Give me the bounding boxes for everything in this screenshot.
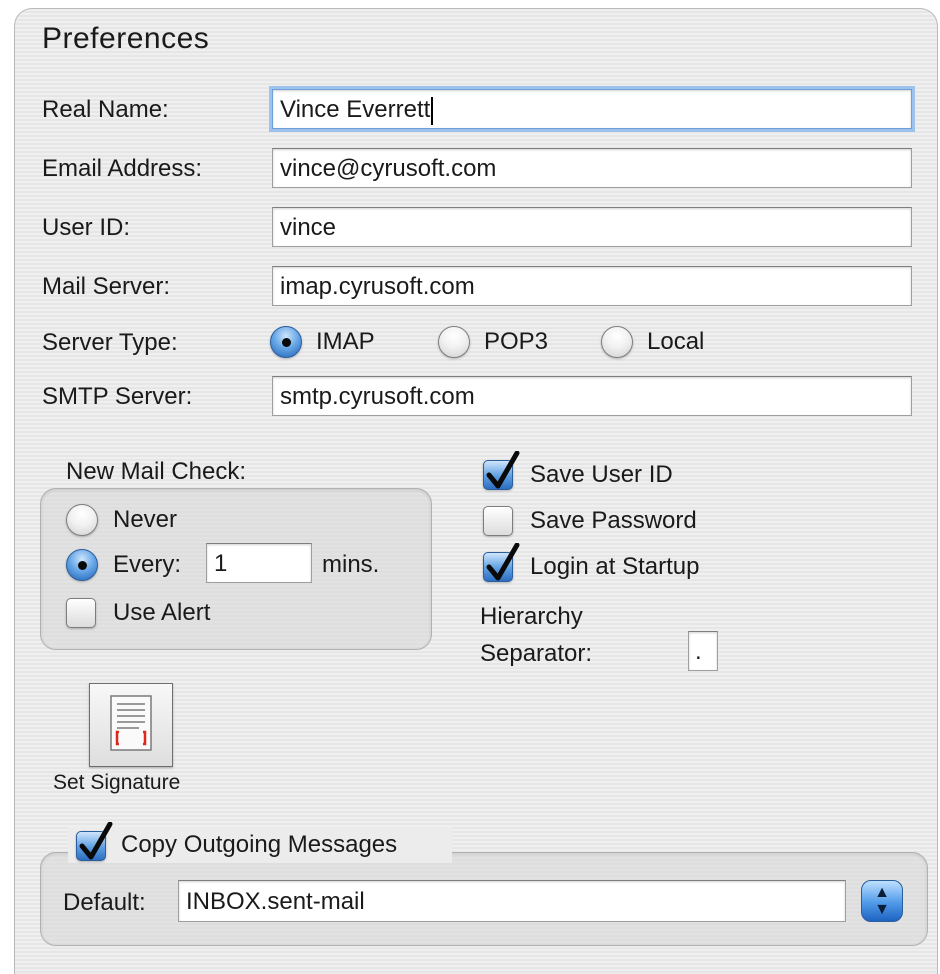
save-user-id-label[interactable]: Save User ID bbox=[530, 461, 673, 489]
checkmark-icon bbox=[79, 822, 113, 860]
save-user-id-checkbox[interactable] bbox=[483, 451, 520, 490]
server-type-label: Server Type: bbox=[42, 329, 178, 356]
every-minutes-field[interactable]: 1 bbox=[206, 543, 312, 583]
checkmark-icon bbox=[486, 543, 520, 581]
separator-label: Separator: bbox=[480, 640, 593, 667]
never-radio[interactable] bbox=[66, 504, 98, 536]
default-mailbox-popup-button[interactable]: ▲ ▼ bbox=[861, 880, 903, 922]
never-label[interactable]: Never bbox=[113, 506, 177, 534]
login-at-startup-label[interactable]: Login at Startup bbox=[530, 553, 699, 581]
mail-server-label: Mail Server: bbox=[42, 273, 171, 300]
every-radio[interactable] bbox=[66, 549, 98, 581]
new-mail-check-label: New Mail Check: bbox=[66, 458, 247, 485]
user-id-label: User ID: bbox=[42, 214, 131, 241]
login-at-startup-checkbox[interactable] bbox=[483, 543, 520, 582]
default-label: Default: bbox=[63, 889, 146, 916]
smtp-server-label: SMTP Server: bbox=[42, 383, 193, 410]
server-type-pop3-radio[interactable] bbox=[438, 326, 470, 358]
mail-server-field[interactable]: imap.cyrusoft.com bbox=[272, 266, 912, 306]
use-alert-label[interactable]: Use Alert bbox=[113, 599, 210, 627]
email-address-field[interactable]: vince@cyrusoft.com bbox=[272, 148, 912, 188]
mins-label: mins. bbox=[322, 551, 380, 578]
window-title: Preferences bbox=[42, 22, 210, 55]
server-type-local-label[interactable]: Local bbox=[647, 328, 704, 356]
real-name-value: Vince Everrett bbox=[280, 96, 431, 123]
real-name-label: Real Name: bbox=[42, 96, 169, 123]
default-mailbox-field[interactable]: INBOX.sent-mail bbox=[178, 880, 846, 922]
hierarchy-separator-field[interactable]: . bbox=[688, 631, 718, 671]
smtp-server-field[interactable]: smtp.cyrusoft.com bbox=[272, 376, 912, 416]
real-name-field[interactable]: Vince Everrett bbox=[272, 89, 912, 129]
server-type-imap-radio[interactable] bbox=[270, 326, 302, 358]
server-type-local-radio[interactable] bbox=[601, 326, 633, 358]
hierarchy-label: Hierarchy bbox=[480, 603, 583, 630]
copy-outgoing-checkbox[interactable] bbox=[76, 822, 113, 861]
use-alert-checkbox[interactable] bbox=[66, 598, 96, 628]
server-type-pop3-label[interactable]: POP3 bbox=[484, 328, 548, 356]
signature-document-icon bbox=[110, 695, 152, 751]
up-down-arrows-icon: ▲ ▼ bbox=[874, 884, 890, 918]
email-address-label: Email Address: bbox=[42, 155, 203, 182]
text-caret bbox=[431, 96, 434, 125]
every-label[interactable]: Every: bbox=[113, 551, 181, 579]
copy-outgoing-label[interactable]: Copy Outgoing Messages bbox=[121, 831, 397, 859]
checkmark-icon bbox=[486, 451, 520, 489]
set-signature-button[interactable] bbox=[89, 683, 173, 767]
save-password-label[interactable]: Save Password bbox=[530, 507, 697, 535]
save-password-checkbox[interactable] bbox=[483, 506, 513, 536]
server-type-imap-label[interactable]: IMAP bbox=[316, 328, 375, 356]
user-id-field[interactable]: vince bbox=[272, 207, 912, 247]
set-signature-label: Set Signature bbox=[53, 771, 181, 794]
